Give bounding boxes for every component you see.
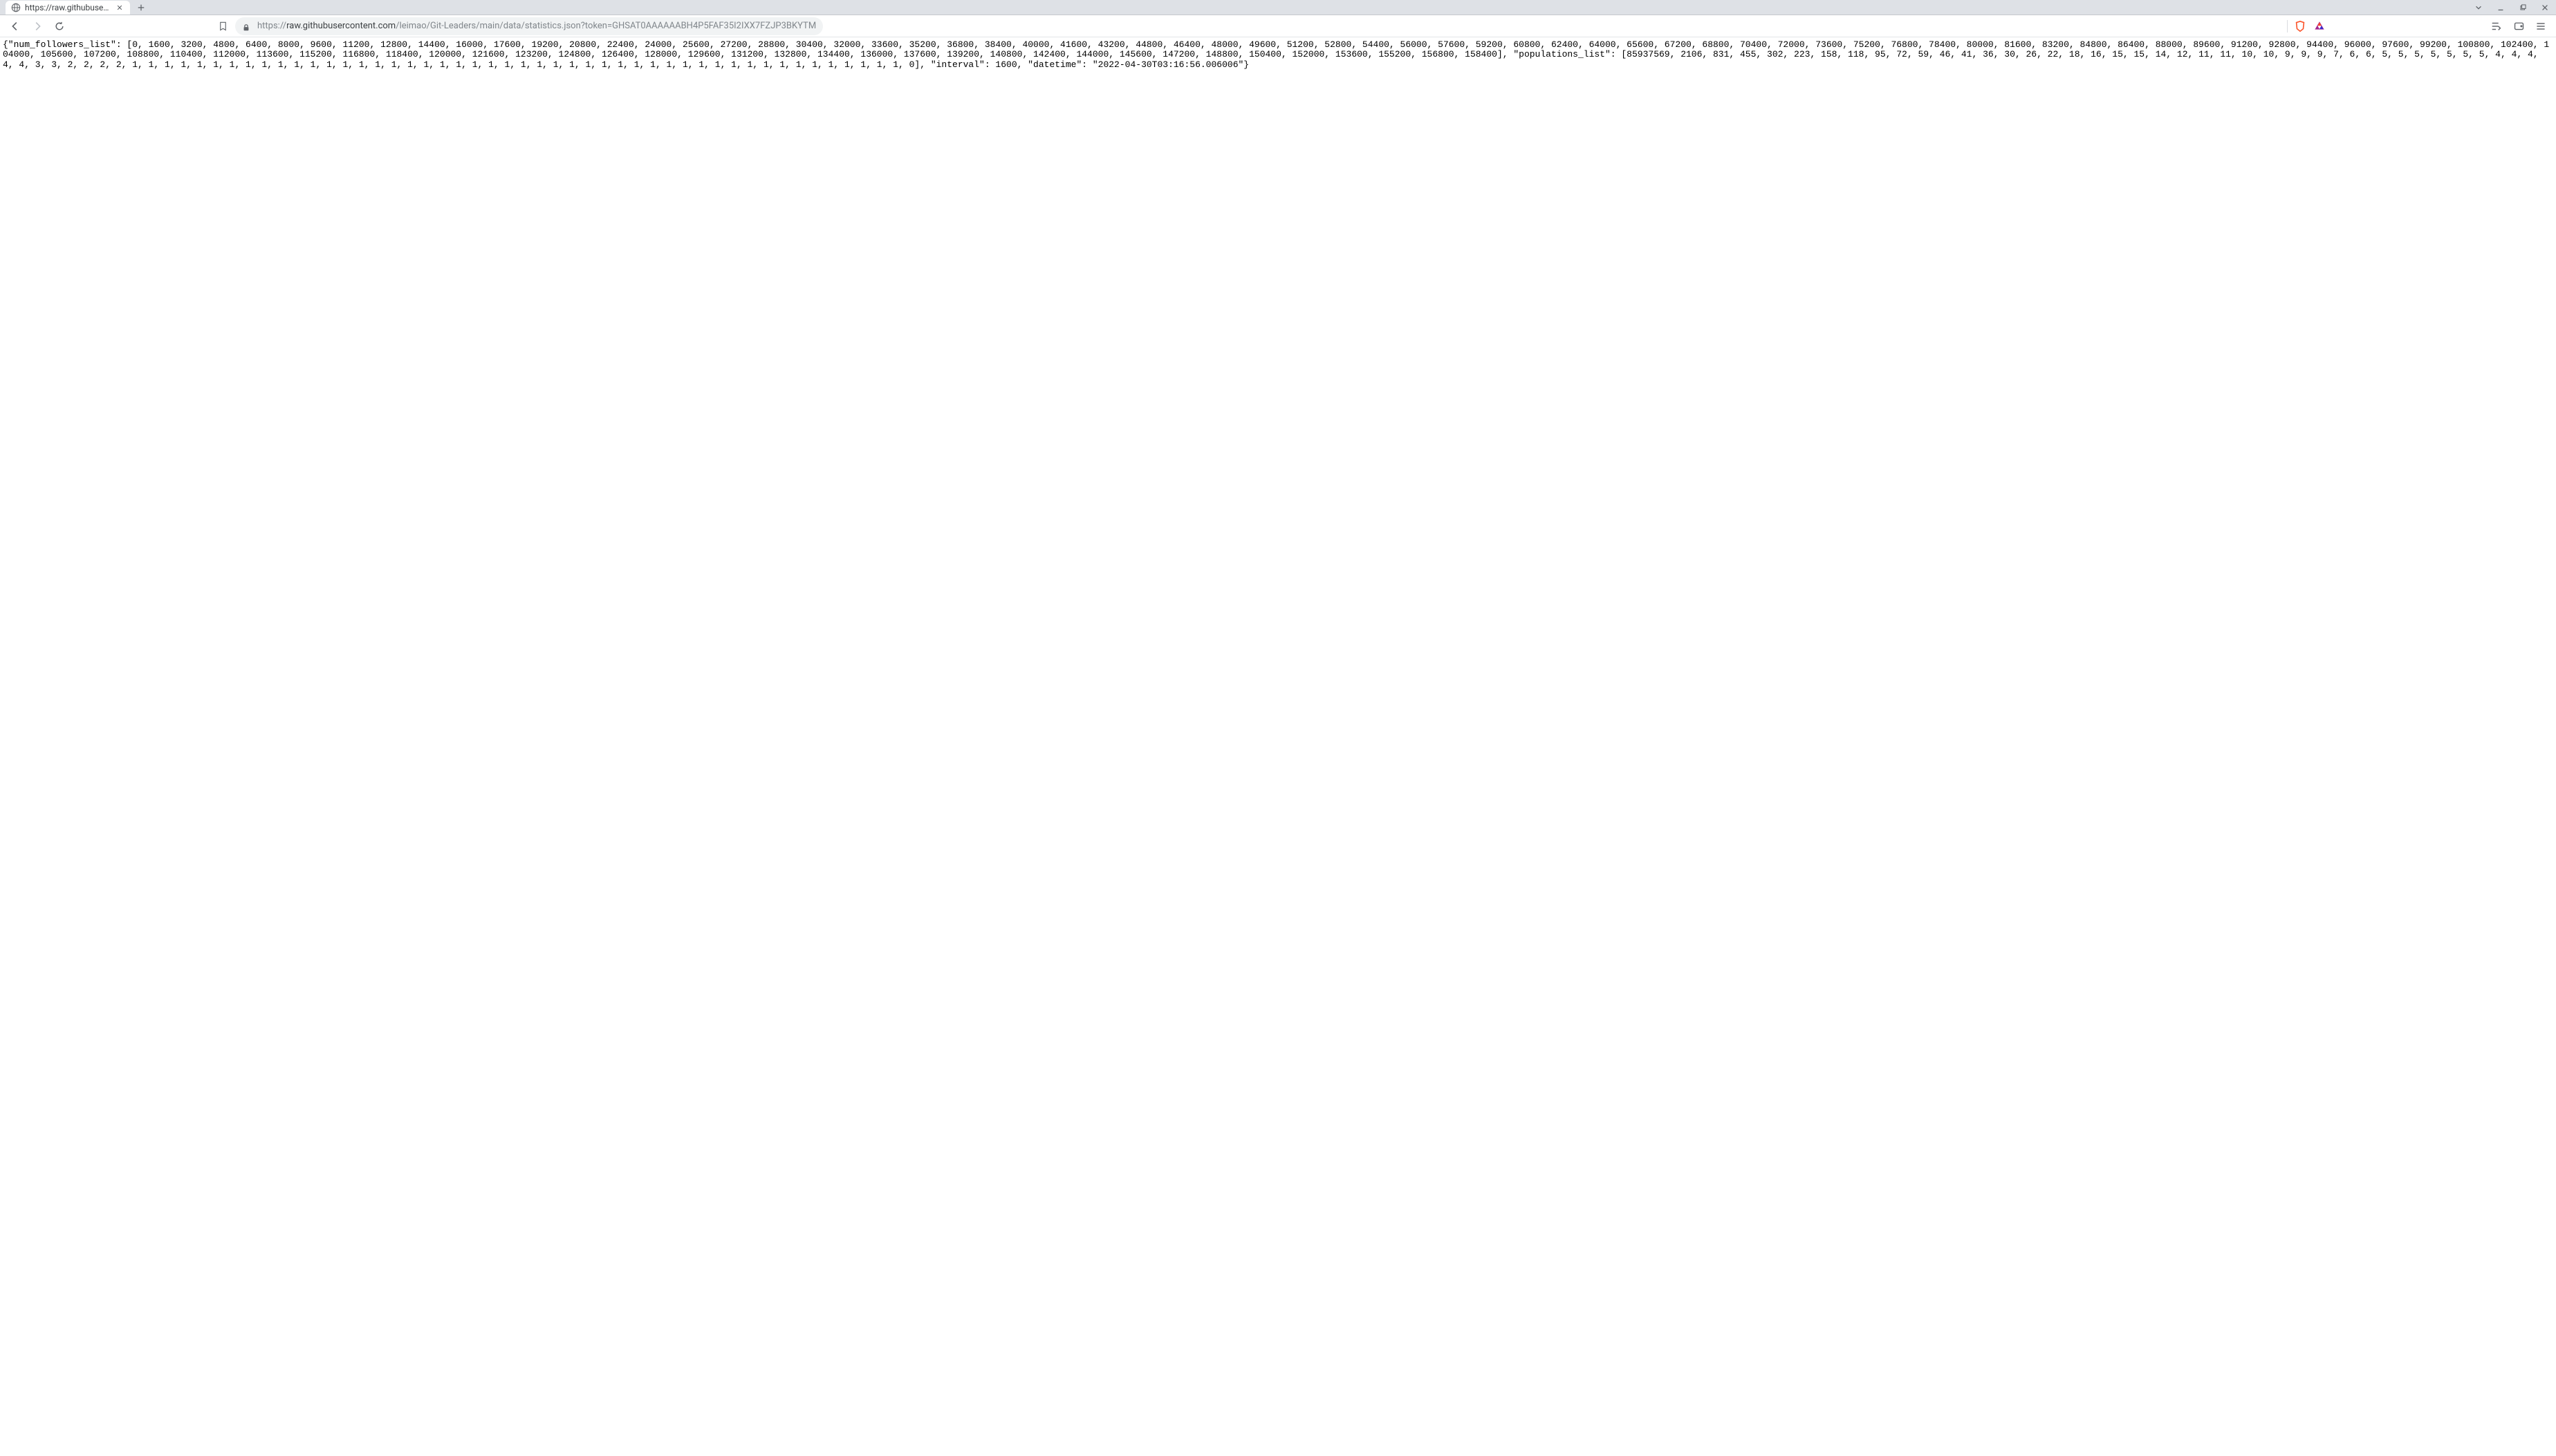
address-bar[interactable]: https://raw.githubusercontent.com/leimao… (235, 17, 823, 35)
globe-icon (11, 3, 21, 12)
hamburger-menu-icon[interactable] (2531, 17, 2550, 36)
reading-list-icon[interactable] (2487, 17, 2506, 36)
wallet-icon[interactable] (2509, 17, 2528, 36)
tab-bar: https://raw.githubusercon (0, 0, 2556, 15)
close-tab-icon[interactable] (115, 3, 124, 12)
url-protocol: https:// (257, 21, 286, 31)
lock-icon (242, 21, 252, 31)
reload-button[interactable] (50, 17, 69, 36)
minimize-window-icon[interactable] (2492, 1, 2509, 15)
url-display: https://raw.githubusercontent.com/leimao… (257, 21, 816, 31)
browser-tab[interactable]: https://raw.githubusercon (6, 1, 130, 15)
url-path: /leimao/Git-Leaders/main/data/statistics… (396, 21, 816, 31)
close-window-icon[interactable] (2537, 1, 2553, 15)
toolbar-right (2279, 19, 2332, 33)
raw-json-content: {"num_followers_list": [0, 1600, 3200, 4… (0, 37, 2556, 73)
forward-button[interactable] (28, 17, 47, 36)
tab-title: https://raw.githubusercon (25, 3, 111, 12)
separator (2287, 20, 2288, 32)
url-domain: raw.githubusercontent.com (286, 21, 396, 31)
brave-shield-icon[interactable] (2293, 19, 2307, 33)
browser-toolbar: https://raw.githubusercontent.com/leimao… (0, 15, 2556, 37)
back-button[interactable] (6, 17, 25, 36)
new-tab-button[interactable] (133, 1, 149, 15)
brave-rewards-icon[interactable] (2313, 19, 2326, 33)
bookmark-button[interactable] (213, 17, 232, 36)
tab-search-icon[interactable] (2470, 1, 2487, 15)
window-controls (2470, 0, 2556, 15)
maximize-window-icon[interactable] (2515, 1, 2531, 15)
